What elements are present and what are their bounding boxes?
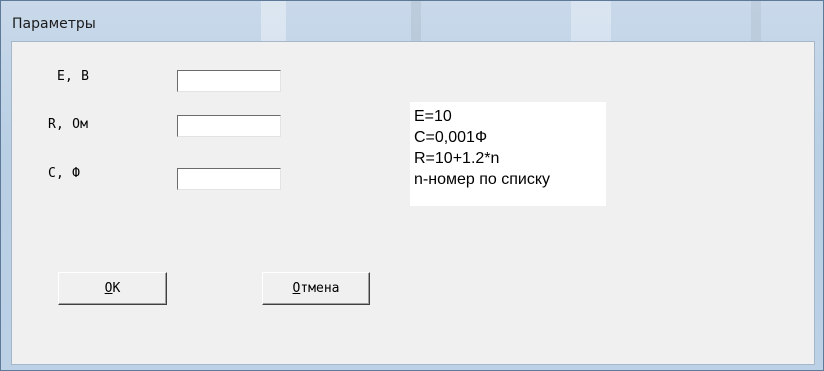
cancel-mnemonic: О	[292, 281, 301, 296]
info-line: E=10	[414, 108, 452, 125]
info-line: R=10+1.2*n	[414, 150, 500, 167]
r-label: R, Ом	[48, 117, 89, 132]
title-bar[interactable]: Параметры	[9, 9, 817, 39]
e-input[interactable]	[177, 70, 281, 92]
cancel-label-rest: тмена	[300, 281, 340, 296]
dialog-client-area: E, B R, Ом C, Ф E=10 C=0,001Ф R=10+1.2*n…	[11, 41, 815, 365]
r-input[interactable]	[177, 115, 281, 137]
info-line: C=0,001Ф	[414, 129, 488, 146]
window-title: Параметры	[12, 16, 96, 32]
ok-button[interactable]: OK	[58, 272, 167, 305]
info-line: n-номер по списку	[414, 171, 550, 188]
ok-mnemonic: O	[104, 281, 113, 296]
c-label: C, Ф	[48, 166, 81, 181]
c-input[interactable]	[177, 168, 281, 190]
dialog-frame: Параметры E, B R, Ом C, Ф E=10 C=0,001Ф …	[0, 0, 824, 371]
ok-label-rest: K	[112, 281, 121, 296]
e-label: E, B	[57, 69, 90, 84]
cancel-button[interactable]: Отмена	[262, 272, 370, 305]
parameters-info-box: E=10 C=0,001Ф R=10+1.2*n n-номер по спис…	[410, 102, 606, 206]
